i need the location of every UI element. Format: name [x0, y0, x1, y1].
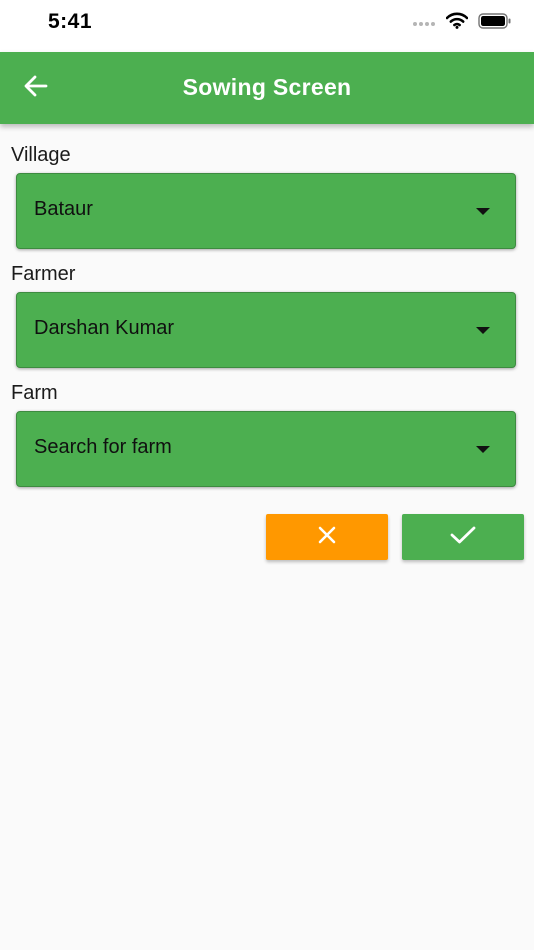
battery-icon: [478, 12, 512, 34]
farmer-dropdown[interactable]: Darshan Kumar: [16, 292, 516, 368]
cellular-signal-icon: [412, 14, 436, 32]
dropdown-arrow-icon: [476, 327, 490, 334]
farmer-label: Farmer: [11, 263, 76, 285]
village-label: Village: [11, 144, 71, 166]
status-time: 5:41: [48, 10, 93, 33]
page-title: Sowing Screen: [182, 74, 352, 100]
village-value: Bataur: [34, 198, 93, 220]
status-bar: 5:41: [0, 0, 534, 52]
status-icons: [412, 12, 512, 34]
dropdown-arrow-icon: [476, 446, 490, 453]
wifi-icon: [445, 12, 469, 34]
confirm-button[interactable]: [402, 514, 524, 560]
close-icon: [317, 525, 337, 550]
village-dropdown[interactable]: Bataur: [16, 173, 516, 249]
farm-label: Farm: [11, 382, 58, 404]
farmer-value: Darshan Kumar: [34, 317, 175, 339]
app-bar: Sowing Screen: [0, 52, 534, 124]
dropdown-arrow-icon: [476, 208, 490, 215]
farm-dropdown[interactable]: Search for farm: [16, 411, 516, 487]
farm-placeholder: Search for farm: [34, 436, 172, 458]
cancel-button[interactable]: [266, 514, 388, 560]
check-icon: [450, 525, 476, 550]
